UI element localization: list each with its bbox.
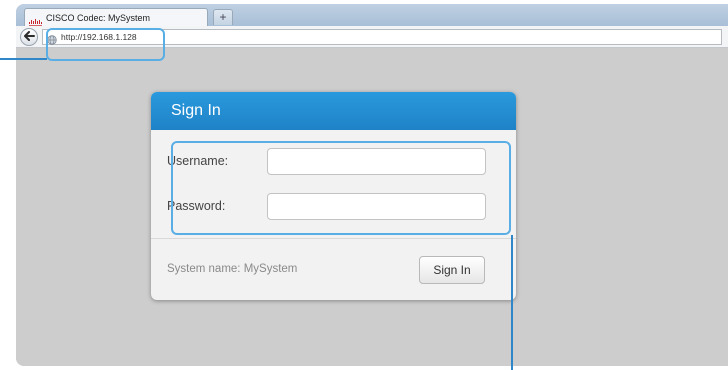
tab-bar: CISCO Codec: MySystem + [16,4,728,26]
tab-title: CISCO Codec: MySystem [46,12,151,23]
fields-callout-line [511,235,513,370]
browser-tab[interactable]: CISCO Codec: MySystem [24,8,208,26]
cisco-logo-icon [29,14,42,26]
back-arrow-icon [23,28,35,46]
dialog-divider [151,238,516,239]
sign-in-button[interactable]: Sign In [419,256,485,284]
url-callout-line [0,58,47,60]
back-button[interactable] [20,28,38,46]
url-callout-box [46,28,165,61]
dialog-title: Sign In [151,92,516,130]
new-tab-button[interactable]: + [213,9,233,25]
fields-callout-box [171,141,511,235]
screenshot-stage: CISCO Codec: MySystem + http://192.168.1… [0,0,728,370]
system-name-text: System name: MySystem [167,263,298,275]
